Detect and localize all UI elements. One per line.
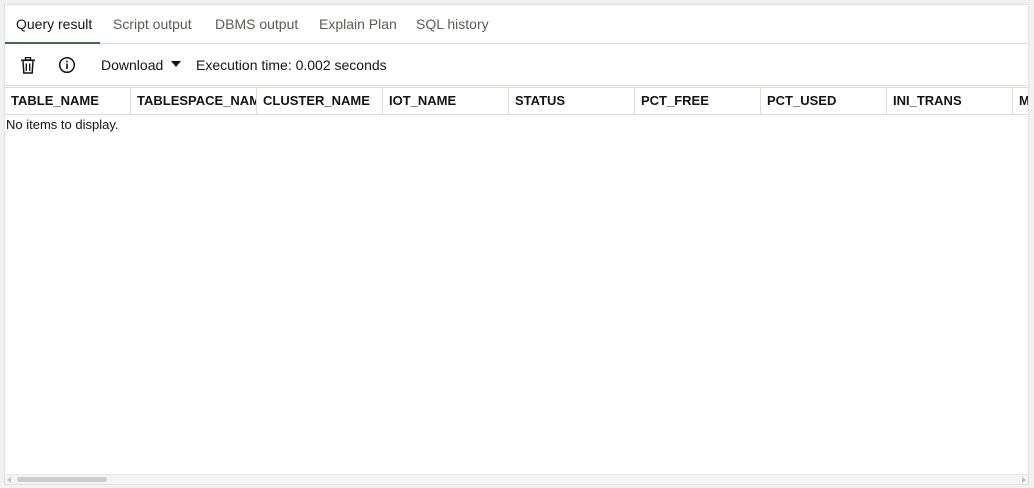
results-grid: TABLE_NAME TABLESPACE_NAME CLUSTER_NAME … (5, 87, 1028, 473)
column-header-table-name[interactable]: TABLE_NAME (5, 88, 131, 114)
info-icon[interactable] (55, 53, 79, 77)
caret-down-icon[interactable] (171, 61, 181, 67)
tab-label: Query result (16, 16, 93, 32)
grid-header-row: TABLE_NAME TABLESPACE_NAME CLUSTER_NAME … (5, 87, 1028, 115)
tab-label: Explain Plan (319, 16, 397, 32)
column-header-status[interactable]: STATUS (509, 88, 635, 114)
scrollbar-thumb[interactable] (17, 477, 107, 482)
column-header-iot-name[interactable]: IOT_NAME (383, 88, 509, 114)
scroll-right-icon[interactable] (1022, 477, 1026, 483)
tab-label: Script output (113, 16, 192, 32)
column-header-tablespace-name[interactable]: TABLESPACE_NAME (131, 88, 257, 114)
results-panel: Query result Script output DBMS output E… (4, 4, 1029, 485)
column-header-pct-used[interactable]: PCT_USED (761, 88, 887, 114)
tab-explain-plan[interactable]: Explain Plan (308, 5, 408, 44)
tab-sql-history[interactable]: SQL history (405, 5, 500, 44)
tab-query-result[interactable]: Query result (5, 5, 100, 44)
trash-icon[interactable] (16, 53, 40, 77)
tab-label: SQL history (416, 16, 489, 32)
tab-label: DBMS output (215, 16, 299, 32)
results-tabbar: Query result Script output DBMS output E… (5, 5, 1028, 44)
column-header-cluster-name[interactable]: CLUSTER_NAME (257, 88, 383, 114)
column-header-ini-trans[interactable]: INI_TRANS (887, 88, 1013, 114)
tab-script-output[interactable]: Script output (102, 5, 203, 44)
scroll-left-icon[interactable] (7, 477, 11, 483)
column-header-pct-free[interactable]: PCT_FREE (635, 88, 761, 114)
results-toolbar: Download Execution time: 0.002 seconds (5, 44, 1028, 86)
download-button[interactable]: Download (101, 53, 163, 77)
horizontal-scrollbar[interactable] (5, 474, 1028, 484)
execution-time: Execution time: 0.002 seconds (196, 57, 387, 73)
column-header-max-trans[interactable]: MAX_TRANS (1013, 88, 1028, 114)
empty-message: No items to display. (6, 117, 119, 132)
tab-dbms-output[interactable]: DBMS output (204, 5, 309, 44)
